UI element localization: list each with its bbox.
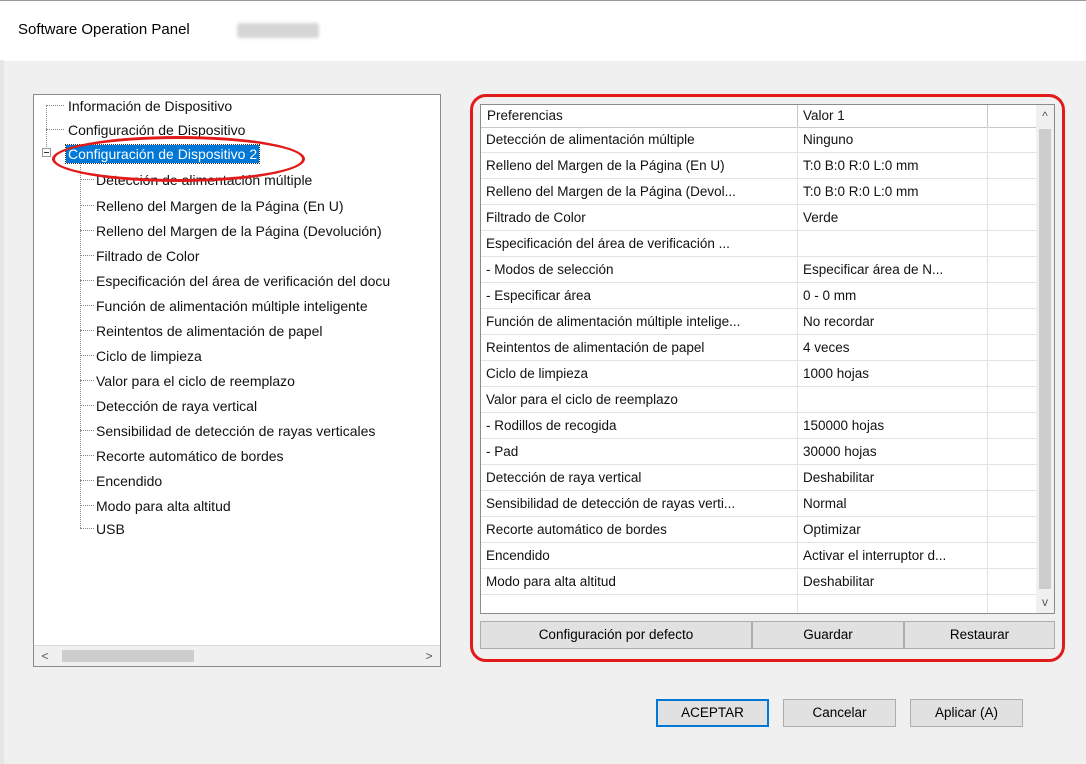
tree-child-line [80, 161, 81, 528]
tree-item-filtrado-color[interactable]: Filtrado de Color [96, 247, 200, 265]
device-tree[interactable]: Información de Dispositivo Configuración… [33, 94, 441, 667]
tree-connector [80, 505, 94, 506]
highlight-frame [470, 94, 1065, 662]
tree-item-sensibilidad-rayas[interactable]: Sensibilidad de detección de rayas verti… [96, 422, 375, 440]
tree-connector [80, 480, 94, 481]
scrollbar-thumb[interactable] [62, 650, 194, 662]
tree-item-deteccion-raya-vertical[interactable]: Detección de raya vertical [96, 397, 257, 415]
redacted-title-suffix [237, 23, 319, 38]
tree-connector [80, 280, 94, 281]
tree-item-usb[interactable]: USB [96, 520, 125, 538]
tree-connector [80, 455, 94, 456]
tree-connector [80, 405, 94, 406]
tree-connector [80, 355, 94, 356]
tree-connector [80, 230, 94, 231]
tree-item-modo-alta-altitud[interactable]: Modo para alta altitud [96, 497, 231, 515]
tree-connector [46, 129, 64, 130]
apply-button[interactable]: Aplicar (A) [910, 699, 1023, 727]
tree-item-valor-ciclo-reemplazo[interactable]: Valor para el ciclo de reemplazo [96, 372, 295, 390]
tree-connector [80, 528, 94, 529]
window-left-edge [0, 60, 4, 764]
tree-horizontal-scrollbar[interactable]: < > [34, 645, 440, 666]
collapse-icon[interactable] [42, 148, 51, 157]
tree-connector [80, 205, 94, 206]
tree-connector [80, 330, 94, 331]
highlight-ellipse [52, 136, 305, 182]
tree-item-encendido[interactable]: Encendido [96, 472, 162, 490]
cancel-button[interactable]: Cancelar [783, 699, 896, 727]
tree-connector [80, 255, 94, 256]
tree-item-ciclo-limpieza[interactable]: Ciclo de limpieza [96, 347, 202, 365]
window-title: Software Operation Panel [18, 21, 190, 38]
tree-connector [80, 430, 94, 431]
scroll-left-icon[interactable]: < [36, 647, 54, 665]
scroll-right-icon[interactable]: > [420, 647, 438, 665]
ok-button[interactable]: ACEPTAR [656, 699, 769, 727]
tree-item-funcion-alimentacion-inteligente[interactable]: Función de alimentación múltiple intelig… [96, 297, 368, 315]
tree-item-relleno-margen-devolucion[interactable]: Relleno del Margen de la Página (Devoluc… [96, 222, 382, 240]
tree-connector [80, 305, 94, 306]
title-bar[interactable]: Software Operation Panel [0, 0, 1086, 61]
tree-connector [80, 380, 94, 381]
tree-connector [80, 179, 94, 180]
tree-item-reintentos-alimentacion[interactable]: Reintentos de alimentación de papel [96, 322, 323, 340]
tree-item-especificacion-area[interactable]: Especificación del área de verificación … [96, 272, 390, 290]
tree-item-relleno-margen-en-u[interactable]: Relleno del Margen de la Página (En U) [96, 197, 343, 215]
tree-item-recorte-bordes[interactable]: Recorte automático de bordes [96, 447, 284, 465]
tree-item-informacion-dispositivo[interactable]: Información de Dispositivo [68, 97, 232, 115]
tree-connector [46, 105, 64, 106]
